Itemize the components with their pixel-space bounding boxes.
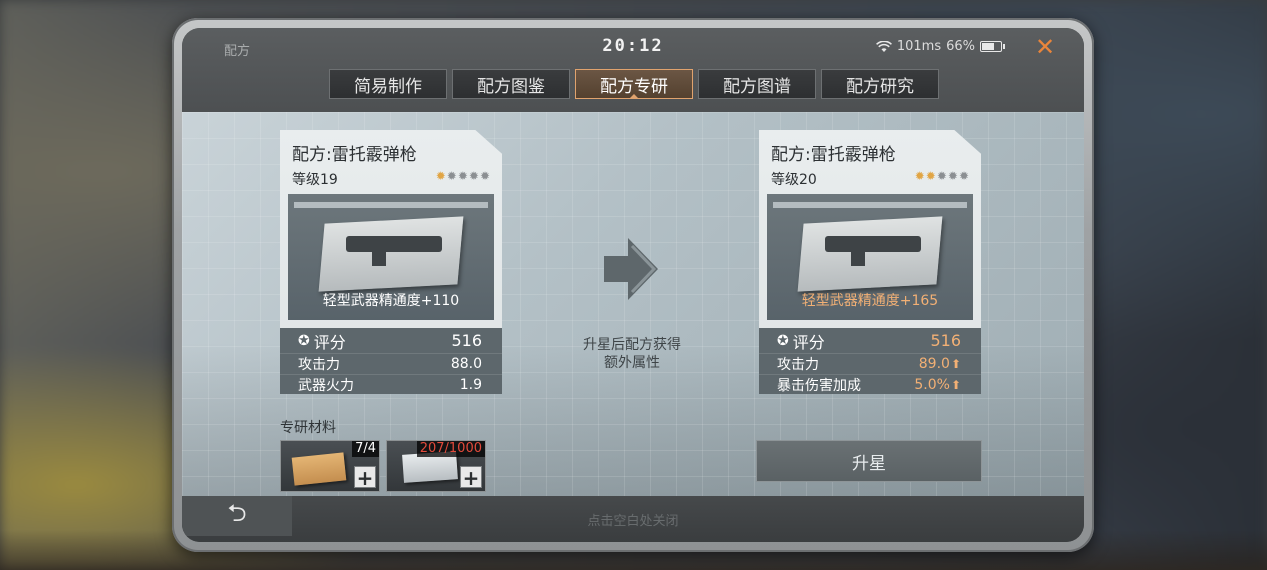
recipe-level: 等级19: [292, 172, 338, 188]
star-icon: ✹: [925, 169, 936, 183]
score-icon: ✪: [777, 332, 789, 349]
stat-row: 攻击力 89.0⬆: [759, 354, 981, 375]
tab-bar: 简易制作 配方图鉴 配方专研 配方图谱 配方研究: [329, 69, 939, 99]
star-icon: ✹: [958, 169, 969, 183]
close-hint: 点击空白处关闭: [587, 514, 679, 529]
arrow-up-icon: ⬆: [950, 357, 961, 371]
recipe-image: 轻型武器精通度+165: [767, 194, 973, 320]
tab-simple-craft[interactable]: 简易制作: [329, 69, 447, 99]
material-slot[interactable]: 7/4 +: [280, 440, 380, 492]
material-count: 7/4: [352, 441, 379, 457]
status-indicators: 101ms 66%: [875, 39, 1005, 54]
ping-text: 101ms: [896, 39, 942, 54]
star-icon: ✹: [435, 169, 446, 183]
stat-name: 武器火力: [298, 378, 354, 394]
shotgun-picture: [825, 236, 921, 266]
wifi-icon: [875, 40, 892, 52]
device-frame: 配方 20:12 101ms 66% ✕ 简易制作 配方图鉴 配方专研 配方图谱…: [172, 18, 1094, 552]
star-icon: ✹: [947, 169, 958, 183]
score-icon: ✪: [298, 332, 310, 349]
mastery-bonus: 轻型武器精通度+165: [801, 293, 939, 309]
stat-row: 攻击力 88.0: [280, 354, 502, 375]
blueprint-picture: [797, 216, 943, 292]
score-row: ✪ 评分 516: [759, 328, 981, 354]
battery-icon: [980, 41, 1005, 52]
blueprint-picture: [318, 216, 464, 292]
current-recipe-card: 配方:雷托霰弹枪 等级19 ✹ ✹ ✹ ✹ ✹ 轻型武器精通度+110 ✪ 评分…: [280, 130, 502, 394]
mastery-bonus: 轻型武器精通度+110: [322, 293, 460, 309]
bottom-bar: ⮌ 点击空白处关闭: [182, 496, 1084, 542]
stat-value: 89.0: [918, 356, 950, 372]
star-icon: ✹: [936, 169, 947, 183]
stat-name: 暴击伤害加成: [777, 378, 861, 394]
stat-value: 1.9: [459, 377, 482, 393]
score-label: 评分: [313, 332, 346, 352]
star-icon: ✹: [914, 169, 925, 183]
stat-name: 攻击力: [777, 357, 819, 373]
material-count: 207/1000: [416, 441, 485, 457]
recipe-title: 配方:雷托霰弹枪: [292, 145, 417, 165]
star-rating: ✹ ✹ ✹ ✹ ✹: [915, 169, 969, 183]
star-icon: ✹: [457, 169, 468, 183]
stat-value: 88.0: [450, 356, 482, 372]
stat-name: 攻击力: [298, 357, 340, 373]
battery-text: 66%: [946, 39, 975, 54]
star-icon: ✹: [446, 169, 457, 183]
materials-label: 专研材料: [280, 420, 336, 436]
score-value: 516: [451, 331, 482, 350]
star-icon: ✹: [468, 169, 479, 183]
stat-row: 暴击伤害加成 5.0%⬆: [759, 375, 981, 394]
next-recipe-card: 配方:雷托霰弹枪 等级20 ✹ ✹ ✹ ✹ ✹ 轻型武器精通度+165 ✪ 评分…: [759, 130, 981, 394]
tab-recipe-research[interactable]: 配方研究: [821, 69, 939, 99]
stats-panel: ✪ 评分 516 攻击力 88.0 武器火力 1.9: [280, 328, 502, 394]
upgrade-hint: 升星后配方获得 额外属性: [566, 336, 698, 372]
material-slot[interactable]: 207/1000 +: [386, 440, 486, 492]
arrow-up-icon: ⬆: [950, 378, 961, 392]
tab-recipe-atlas[interactable]: 配方图谱: [698, 69, 816, 99]
tab-recipe-catalog[interactable]: 配方图鉴: [452, 69, 570, 99]
score-label: 评分: [792, 332, 825, 352]
close-icon[interactable]: ✕: [1032, 34, 1058, 60]
stat-row: 武器火力 1.9: [280, 375, 502, 394]
star-rating: ✹ ✹ ✹ ✹ ✹: [436, 169, 490, 183]
star-icon: ✹: [479, 169, 490, 183]
recipe-screen: 配方 20:12 101ms 66% ✕ 简易制作 配方图鉴 配方专研 配方图谱…: [182, 28, 1084, 542]
stat-value: 5.0%: [914, 377, 950, 393]
recipe-image: 轻型武器精通度+110: [288, 194, 494, 320]
stats-panel: ✪ 评分 516 攻击力 89.0⬆ 暴击伤害加成 5.0%⬆: [759, 328, 981, 394]
upgrade-hint-line: 额外属性: [604, 355, 660, 371]
score-value: 516: [930, 331, 961, 350]
add-icon[interactable]: +: [354, 466, 376, 489]
recipe-level: 等级20: [771, 172, 817, 188]
upgrade-hint-line: 升星后配方获得: [583, 337, 681, 353]
top-bar: 配方 20:12 101ms 66% ✕ 简易制作 配方图鉴 配方专研 配方图谱…: [182, 28, 1084, 122]
material-picture: [291, 452, 347, 486]
star-up-button[interactable]: 升星: [756, 440, 982, 482]
arrow-right-icon: [604, 238, 658, 300]
tab-recipe-mastery[interactable]: 配方专研: [575, 69, 693, 99]
recipe-title: 配方:雷托霰弹枪: [771, 145, 896, 165]
main-panel: 配方:雷托霰弹枪 等级19 ✹ ✹ ✹ ✹ ✹ 轻型武器精通度+110 ✪ 评分…: [182, 112, 1084, 496]
add-icon[interactable]: +: [460, 466, 482, 489]
shotgun-picture: [346, 236, 442, 266]
score-row: ✪ 评分 516: [280, 328, 502, 354]
